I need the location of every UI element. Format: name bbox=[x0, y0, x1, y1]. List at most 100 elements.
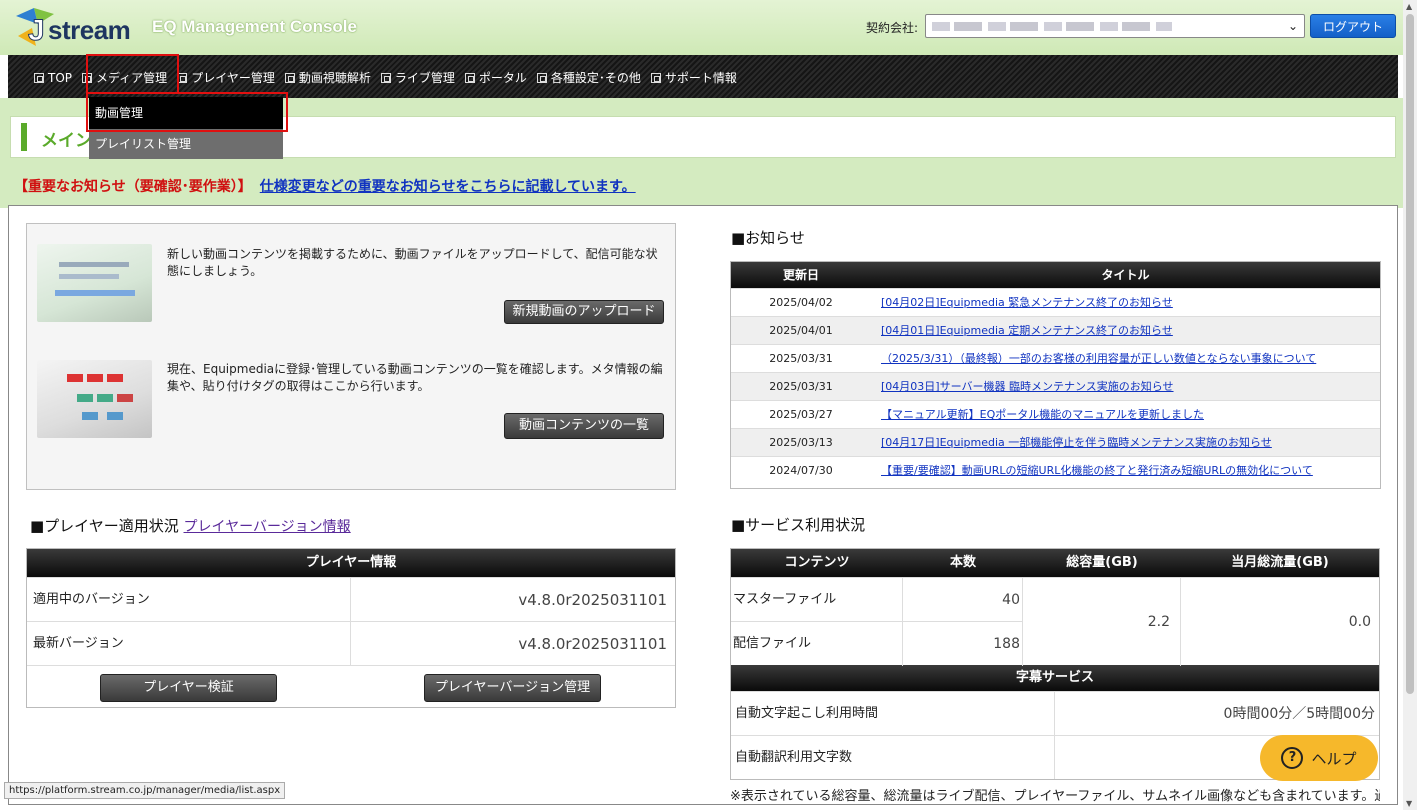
master-file-count: 40 bbox=[903, 578, 1023, 622]
nav-item-label: 各種設定･その他 bbox=[550, 71, 641, 85]
nav-item-analytics[interactable]: 動画視聴解析 bbox=[284, 69, 371, 86]
nav-box-icon bbox=[380, 72, 391, 83]
nav-item-label: TOP bbox=[48, 70, 73, 85]
service-footnote: ※表示されている総容量、総流量はライブ配信、プレイヤーファイル、サムネイル画像な… bbox=[730, 789, 1380, 804]
nav-item-label: ポータル bbox=[478, 71, 527, 85]
upload-thumbnail bbox=[37, 244, 152, 322]
title-accent-bar bbox=[21, 123, 27, 151]
nav-item-settings[interactable]: 各種設定･その他 bbox=[536, 69, 641, 86]
logout-button[interactable]: ログアウト bbox=[1310, 14, 1396, 38]
nav-item-live[interactable]: ライブ管理 bbox=[380, 69, 455, 86]
current-version-value: v4.8.0r2025031101 bbox=[518, 591, 667, 609]
transcription-time-label: 自動文字起こし利用時間 bbox=[731, 692, 1055, 735]
news-col-date: 更新日 bbox=[782, 268, 819, 282]
table-row: 自動文字起こし利用時間 0時間00分／5時間00分 bbox=[731, 691, 1379, 735]
console-title: EQ Management Console bbox=[152, 17, 357, 36]
dropdown-highlight-box bbox=[86, 92, 288, 132]
news-date: 2025/04/01 bbox=[769, 324, 833, 337]
news-title-link[interactable]: （2025/3/31）（最終報）一部のお客様の利用容量が正しい数値とならない事象… bbox=[871, 345, 1380, 372]
dropdown-item-playlist[interactable]: プレイリスト管理 bbox=[89, 129, 283, 159]
table-row: 2025/03/31 （2025/3/31）（最終報）一部のお客様の利用容量が正し… bbox=[731, 344, 1380, 372]
scroll-up-icon[interactable]: ▲ bbox=[1406, 2, 1412, 11]
news-title-link[interactable]: 【マニュアル更新】EQポータル機能のマニュアルを更新しました bbox=[871, 401, 1380, 428]
scrollbar-thumb[interactable] bbox=[1406, 14, 1414, 694]
notice-link[interactable]: 仕様変更などの重要なお知らせをこちらに記載しています。 bbox=[260, 179, 636, 195]
master-file-label: マスターファイル bbox=[731, 578, 903, 622]
help-button[interactable]: ? ヘルプ bbox=[1260, 735, 1378, 781]
nav-box-icon bbox=[650, 72, 661, 83]
jstream-logo[interactable]: J stream bbox=[14, 6, 134, 48]
service-col-traffic: 当月総流量(GB) bbox=[1231, 555, 1329, 570]
service-col-count: 本数 bbox=[949, 555, 976, 570]
service-col-contents: コンテンツ bbox=[784, 555, 850, 570]
page-scrollbar[interactable]: ▲ ▼ bbox=[1403, 0, 1417, 810]
help-label: ヘルプ bbox=[1311, 749, 1357, 768]
news-date: 2024/07/30 bbox=[769, 464, 833, 477]
table-row: 2024/07/30 【重要/要確認】動画URLの短縮URL化機能の終了と発行済み… bbox=[731, 456, 1380, 484]
question-icon: ? bbox=[1281, 747, 1304, 769]
latest-version-value: v4.8.0r2025031101 bbox=[518, 635, 667, 653]
service-heading: ■サービス利用状況 bbox=[731, 516, 866, 534]
news-table: 更新日 タイトル 2025/04/02 [04月02日]Equipmedia 緊急… bbox=[730, 261, 1381, 489]
notice-label: 【重要なお知らせ（要確認･要作業）】 bbox=[14, 179, 252, 195]
header: J stream EQ Management Console 契約会社: ⌄ ロ… bbox=[0, 0, 1403, 55]
player-version-info-link[interactable]: プレイヤーバージョン情報 bbox=[184, 519, 351, 535]
news-date: 2025/03/27 bbox=[769, 408, 833, 421]
table-row: 2025/04/01 [04月01日]Equipmedia 定期メンテナンス終了の… bbox=[731, 316, 1380, 344]
news-title-link[interactable]: [04月01日]Equipmedia 定期メンテナンス終了のお知らせ bbox=[871, 317, 1380, 344]
player-info-table: プレイヤー情報 適用中のバージョン v4.8.0r2025031101 最新バー… bbox=[26, 548, 676, 708]
player-status-heading: ■プレイヤー適用状況 プレイヤーバージョン情報 bbox=[30, 515, 351, 536]
monthly-traffic-value: 0.0 bbox=[1348, 614, 1371, 630]
scroll-down-icon[interactable]: ▼ bbox=[1406, 799, 1412, 808]
nav-item-portal[interactable]: ポータル bbox=[464, 69, 527, 86]
player-button-row: プレイヤー検証 プレイヤーバージョン管理 bbox=[27, 665, 675, 707]
player-verify-button[interactable]: プレイヤー検証 bbox=[100, 674, 277, 702]
player-table-title: プレイヤー情報 bbox=[27, 549, 675, 577]
status-url: https://platform.stream.co.jp/manager/me… bbox=[4, 782, 286, 799]
news-table-header: 更新日 タイトル bbox=[731, 262, 1380, 288]
logo-text: stream bbox=[48, 15, 131, 45]
important-notice: 【重要なお知らせ（要確認･要作業）】 仕様変更などの重要なお知らせをこちらに記載し… bbox=[14, 176, 636, 196]
table-row: 最新バージョン v4.8.0r2025031101 bbox=[27, 621, 675, 665]
nav-box-icon bbox=[34, 72, 44, 83]
nav-item-top[interactable]: TOP bbox=[34, 69, 72, 86]
service-usage-body: マスターファイル 40 配信ファイル 188 2.2 0.0 bbox=[731, 577, 1379, 666]
news-title-link[interactable]: 【重要/要確認】動画URLの短縮URL化機能の終了と発行済み短縮URLの無効化に… bbox=[871, 457, 1380, 484]
news-title-link[interactable]: [04月02日]Equipmedia 緊急メンテナンス終了のお知らせ bbox=[871, 289, 1380, 316]
upload-panel: 新しい動画コンテンツを掲載するために、動画ファイルをアップロードして、配信可能な… bbox=[26, 223, 676, 490]
latest-version-label: 最新バージョン bbox=[27, 622, 351, 665]
news-date: 2025/03/31 bbox=[769, 352, 833, 365]
nav-item-player[interactable]: プレイヤー管理 bbox=[177, 69, 275, 86]
company-select[interactable]: ⌄ bbox=[925, 14, 1305, 38]
news-date: 2025/03/31 bbox=[769, 380, 833, 393]
nav-media-highlight-box bbox=[86, 54, 179, 94]
nav-item-support[interactable]: サポート情報 bbox=[650, 69, 737, 86]
caption-service-title: 字幕サービス bbox=[731, 665, 1379, 691]
delivery-file-count: 188 bbox=[903, 622, 1023, 666]
nav-box-icon bbox=[464, 72, 475, 83]
current-version-label: 適用中のバージョン bbox=[27, 578, 351, 621]
news-date: 2025/04/02 bbox=[769, 296, 833, 309]
nav-item-label: サポート情報 bbox=[664, 71, 737, 85]
nav-item-label: 動画視聴解析 bbox=[298, 71, 371, 85]
table-row: 2025/03/31 [04月03日]サーバー機器 臨時メンテナンス実施のお知らせ bbox=[731, 372, 1380, 400]
nav-item-label: ライブ管理 bbox=[394, 71, 455, 85]
video-list-button[interactable]: 動画コンテンツの一覧 bbox=[504, 413, 664, 439]
company-label: 契約会社: bbox=[866, 21, 919, 35]
table-row: 2025/03/27 【マニュアル更新】EQポータル機能のマニュアルを更新しました bbox=[731, 400, 1380, 428]
news-title-link[interactable]: [04月17日]Equipmedia 一部機能停止を伴う臨時メンテナンス実施のお… bbox=[871, 429, 1380, 456]
list-description: 現在、Equipmediaに登録･管理している動画コンテンツの一覧を確認します。… bbox=[167, 362, 663, 393]
upload-video-button[interactable]: 新規動画のアップロード bbox=[504, 300, 664, 324]
company-name-redacted bbox=[932, 22, 1172, 31]
player-version-manage-button[interactable]: プレイヤーバージョン管理 bbox=[424, 674, 601, 702]
table-row: 2025/03/13 [04月17日]Equipmedia 一部機能停止を伴う臨時… bbox=[731, 428, 1380, 456]
news-col-title: タイトル bbox=[1101, 268, 1150, 282]
nav-box-icon bbox=[284, 72, 295, 83]
news-date: 2025/03/13 bbox=[769, 436, 833, 449]
page-title: メイン bbox=[41, 131, 92, 151]
news-title-link[interactable]: [04月03日]サーバー機器 臨時メンテナンス実施のお知らせ bbox=[871, 373, 1380, 400]
delivery-file-label: 配信ファイル bbox=[731, 622, 903, 666]
player-heading-text: ■プレイヤー適用状況 bbox=[30, 517, 179, 535]
transcription-time-value: 0時間00分／5時間00分 bbox=[1223, 706, 1375, 722]
service-table-header: コンテンツ 本数 総容量(GB) 当月総流量(GB) bbox=[731, 549, 1379, 577]
